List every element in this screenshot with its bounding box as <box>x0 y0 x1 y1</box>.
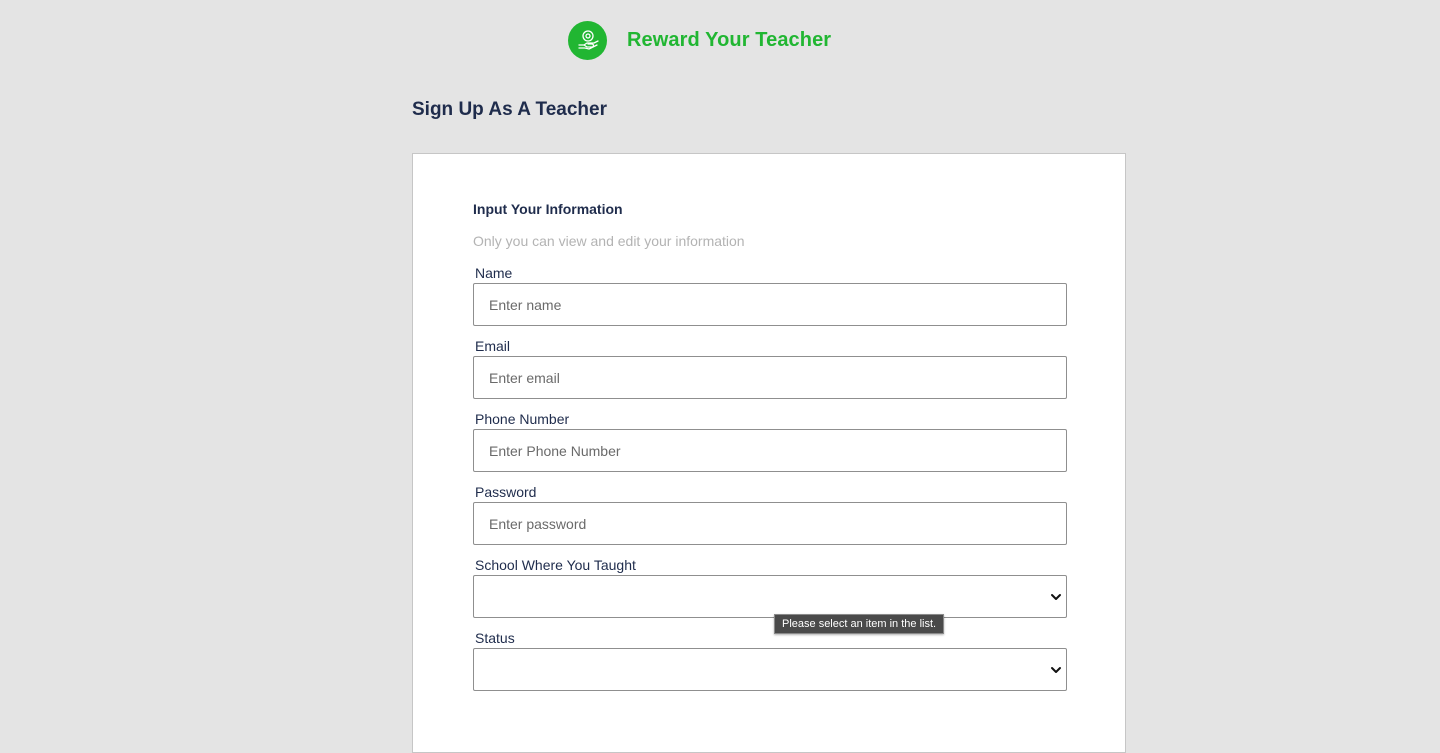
section-title: Input Your Information <box>473 201 623 217</box>
status-select[interactable] <box>473 648 1067 691</box>
page-title: Sign Up As A Teacher <box>412 99 607 120</box>
school-label: School Where You Taught <box>475 557 636 573</box>
chevron-down-icon <box>1051 594 1061 600</box>
phone-label: Phone Number <box>475 411 570 427</box>
password-label: Password <box>475 484 537 500</box>
status-label: Status <box>475 630 515 646</box>
password-input[interactable] <box>473 502 1067 545</box>
brand-name: Reward Your Teacher <box>627 28 832 51</box>
name-label: Name <box>475 265 513 281</box>
email-label: Email <box>475 338 511 354</box>
school-select[interactable] <box>473 575 1067 618</box>
phone-input[interactable] <box>473 429 1067 472</box>
section-subtitle: Only you can view and edit your informat… <box>473 233 745 249</box>
name-input[interactable] <box>473 283 1067 326</box>
email-input[interactable] <box>473 356 1067 399</box>
brand: Reward Your Teacher <box>568 20 831 60</box>
signup-form-card: Input Your Information Only you can view… <box>412 153 1126 753</box>
hand-coin-icon <box>568 20 607 60</box>
validation-tooltip: Please select an item in the list. <box>774 614 945 634</box>
chevron-down-icon <box>1051 667 1061 673</box>
